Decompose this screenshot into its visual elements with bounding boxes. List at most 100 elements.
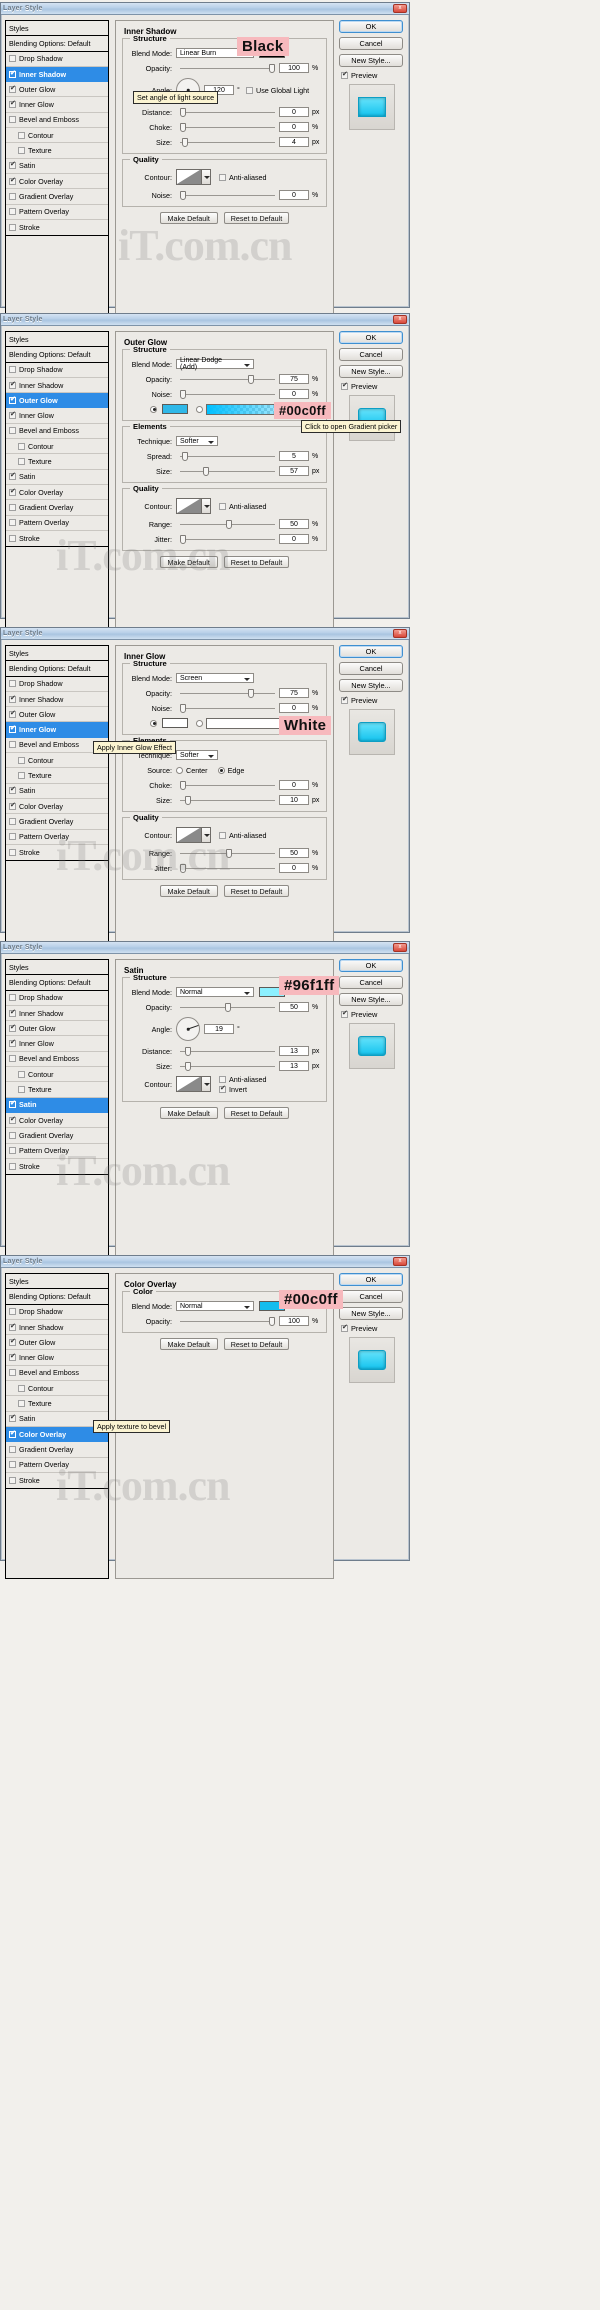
checkbox-icon[interactable]	[9, 1147, 16, 1155]
sidebar-item-stroke[interactable]: Stroke	[6, 220, 108, 235]
distance-slider[interactable]	[180, 1046, 275, 1056]
close-icon[interactable]: x	[393, 315, 407, 324]
checkbox-icon[interactable]	[9, 116, 16, 124]
checkbox-icon[interactable]	[9, 725, 16, 734]
checkbox-icon[interactable]	[18, 147, 25, 155]
sidebar-item-contour[interactable]: Contour	[6, 128, 108, 144]
range-value[interactable]: 50	[279, 848, 309, 858]
checkbox-icon[interactable]	[18, 442, 25, 450]
contour-preview[interactable]	[176, 498, 202, 514]
checkbox-icon[interactable]	[9, 1430, 16, 1438]
use-global-light-checkbox[interactable]: Use Global Light	[246, 86, 309, 95]
checkbox-icon[interactable]	[9, 472, 16, 481]
sidebar-item-outer-glow[interactable]: Outer Glow	[6, 393, 108, 409]
sidebar-item-color-overlay[interactable]: Color Overlay	[6, 799, 108, 815]
blend-mode-select[interactable]: Screen	[176, 673, 254, 683]
checkbox-icon[interactable]	[9, 396, 16, 404]
new-style-button[interactable]: New Style...	[339, 679, 403, 692]
layer-style-dialog-satin[interactable]: Layer Style x Styles Blending Options: D…	[0, 941, 410, 1266]
anti-aliased-checkbox[interactable]: Anti-aliased	[219, 173, 267, 182]
cancel-button[interactable]: Cancel	[339, 976, 403, 989]
checkbox-icon[interactable]	[9, 381, 16, 389]
chevron-down-icon[interactable]	[202, 498, 211, 514]
close-icon[interactable]: x	[393, 629, 407, 638]
checkbox-icon[interactable]	[9, 1163, 16, 1170]
reset-to-default-button[interactable]: Reset to Default	[223, 556, 290, 568]
contour-preview[interactable]	[176, 1076, 202, 1092]
noise-slider[interactable]	[180, 389, 275, 399]
invert-checkbox[interactable]: Invert	[219, 1085, 267, 1094]
opacity-value[interactable]: 75	[279, 688, 309, 698]
size-value[interactable]: 10	[279, 795, 309, 805]
make-default-button[interactable]: Make Default	[159, 885, 218, 897]
sidebar-item-pattern-overlay[interactable]: Pattern Overlay	[6, 1458, 108, 1473]
checkbox-icon[interactable]	[246, 86, 253, 94]
checkbox-icon[interactable]	[9, 85, 16, 93]
sidebar-item-gradient-overlay[interactable]: Gradient Overlay	[6, 500, 108, 516]
noise-value[interactable]: 0	[279, 703, 309, 713]
sidebar-item-inner-glow[interactable]: Inner Glow	[6, 408, 108, 424]
checkbox-icon[interactable]	[9, 833, 16, 841]
sidebar-item-texture[interactable]: Texture	[6, 143, 108, 159]
reset-to-default-button[interactable]: Reset to Default	[223, 1107, 290, 1119]
sidebar-item-texture[interactable]: Texture	[6, 454, 108, 470]
checkbox-icon[interactable]	[9, 208, 16, 216]
sidebar-item-stroke[interactable]: Stroke	[6, 1473, 108, 1488]
cancel-button[interactable]: Cancel	[339, 348, 403, 361]
spread-slider[interactable]	[180, 451, 275, 461]
sidebar-item-inner-glow[interactable]: Inner Glow	[6, 1350, 108, 1366]
size-value[interactable]: 57	[279, 466, 309, 476]
close-icon[interactable]: x	[393, 943, 407, 952]
radio-icon[interactable]	[176, 766, 183, 774]
checkbox-icon[interactable]	[18, 458, 25, 466]
sidebar-item-contour[interactable]: Contour	[6, 753, 108, 769]
preview-checkbox[interactable]: Preview	[341, 1324, 405, 1333]
blending-options-row[interactable]: Blending Options: Default	[6, 661, 108, 677]
checkbox-icon[interactable]	[18, 131, 25, 139]
checkbox-icon[interactable]	[219, 1085, 226, 1093]
checkbox-icon[interactable]	[9, 741, 16, 749]
checkbox-icon[interactable]	[18, 772, 25, 780]
sidebar-item-inner-glow[interactable]: Inner Glow	[6, 97, 108, 113]
checkbox-icon[interactable]	[9, 994, 16, 1002]
technique-select[interactable]: Softer	[176, 436, 218, 446]
make-default-button[interactable]: Make Default	[159, 1107, 218, 1119]
blend-mode-select[interactable]: Normal	[176, 987, 254, 997]
source-center-radio[interactable]: Center	[176, 766, 208, 775]
checkbox-icon[interactable]	[341, 696, 348, 704]
blend-mode-select[interactable]: Normal	[176, 1301, 254, 1311]
sidebar-item-satin[interactable]: Satin	[6, 470, 108, 485]
sidebar-item-stroke[interactable]: Stroke	[6, 531, 108, 546]
checkbox-icon[interactable]	[18, 756, 25, 764]
spread-value[interactable]: 5	[279, 451, 309, 461]
sidebar-item-inner-shadow[interactable]: Inner Shadow	[6, 1320, 108, 1336]
preview-checkbox[interactable]: Preview	[341, 1010, 405, 1019]
checkbox-icon[interactable]	[219, 1075, 226, 1083]
checkbox-icon[interactable]	[9, 503, 16, 511]
sidebar-item-stroke[interactable]: Stroke	[6, 1159, 108, 1174]
checkbox-icon[interactable]	[18, 1400, 25, 1408]
angle-value[interactable]: 19	[204, 1024, 234, 1034]
checkbox-icon[interactable]	[9, 1338, 16, 1346]
sidebar-item-pattern-overlay[interactable]: Pattern Overlay	[6, 205, 108, 220]
blending-options-row[interactable]: Blending Options: Default	[6, 975, 108, 991]
sidebar-item-bevel-and-emboss[interactable]: Bevel and Emboss	[6, 1052, 108, 1068]
checkbox-icon[interactable]	[341, 382, 348, 390]
blending-options-row[interactable]: Blending Options: Default	[6, 36, 108, 52]
jitter-value[interactable]: 0	[279, 534, 309, 544]
sidebar-item-color-overlay[interactable]: Color Overlay	[6, 174, 108, 190]
sidebar-item-satin[interactable]: Satin	[6, 159, 108, 174]
noise-value[interactable]: 0	[279, 389, 309, 399]
layer-style-dialog-color-overlay[interactable]: Layer Style x Styles Blending Options: D…	[0, 1255, 410, 1580]
ok-button[interactable]: OK	[339, 1273, 403, 1286]
checkbox-icon[interactable]	[9, 1323, 16, 1331]
styles-list[interactable]: Styles Blending Options: Default Drop Sh…	[5, 331, 109, 548]
sidebar-item-drop-shadow[interactable]: Drop Shadow	[6, 52, 108, 67]
new-style-button[interactable]: New Style...	[339, 993, 403, 1006]
sidebar-item-pattern-overlay[interactable]: Pattern Overlay	[6, 1144, 108, 1159]
jitter-value[interactable]: 0	[279, 863, 309, 873]
sidebar-item-stroke[interactable]: Stroke	[6, 845, 108, 860]
blend-mode-select[interactable]: Linear Dodge (Add)	[176, 357, 254, 371]
sidebar-item-inner-shadow[interactable]: Inner Shadow	[6, 692, 108, 708]
checkbox-icon[interactable]	[9, 366, 16, 374]
